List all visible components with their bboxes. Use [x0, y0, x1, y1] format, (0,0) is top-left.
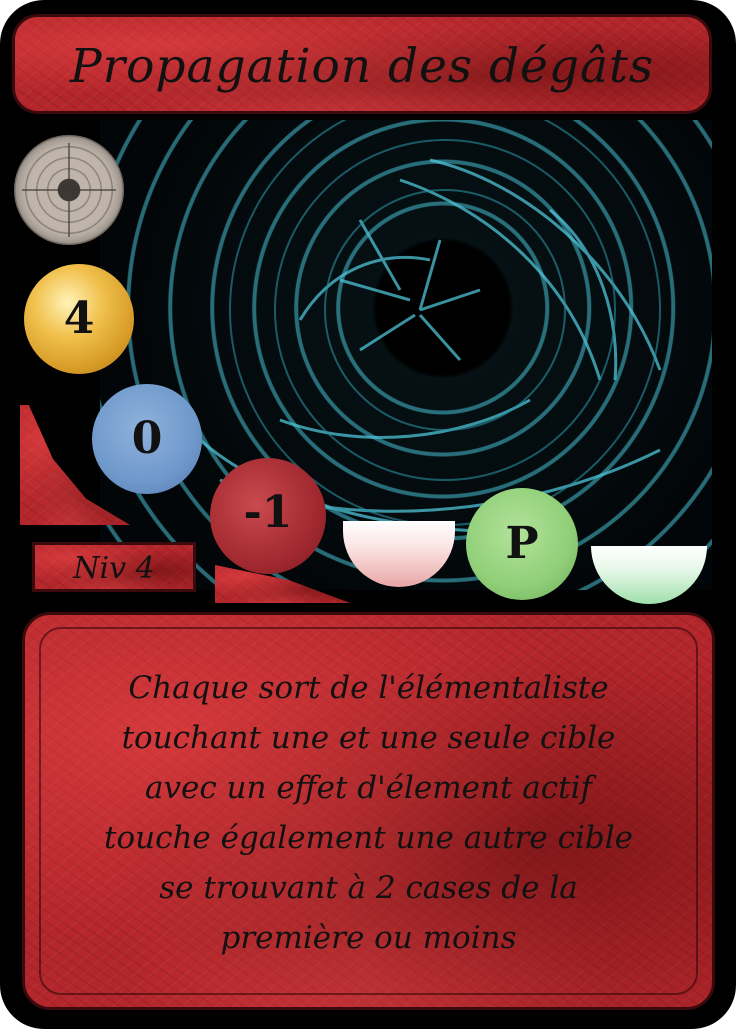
green-stat-orb: P	[466, 488, 578, 600]
level-label: Niv 4	[73, 551, 155, 586]
description-panel: Chaque sort de l'élémentaliste touchant …	[22, 612, 715, 1010]
energy-swirl-art	[178, 120, 662, 534]
green-half-orb	[591, 546, 707, 604]
card-title: Propagation des dégâts	[69, 39, 654, 94]
level-badge: Niv 4	[32, 542, 196, 592]
card-description: Chaque sort de l'élémentaliste touchant …	[104, 670, 633, 956]
red-stat-orb: -1	[210, 458, 326, 574]
blue-stat-orb: 0	[92, 384, 202, 494]
title-banner: Propagation des dégâts	[12, 14, 712, 114]
card: Propagation des dégâts 4 0 -1 P Niv 4 Ch…	[0, 0, 736, 1029]
card-illustration	[100, 120, 712, 590]
target-icon	[14, 135, 124, 245]
gold-stat-orb: 4	[24, 264, 134, 374]
